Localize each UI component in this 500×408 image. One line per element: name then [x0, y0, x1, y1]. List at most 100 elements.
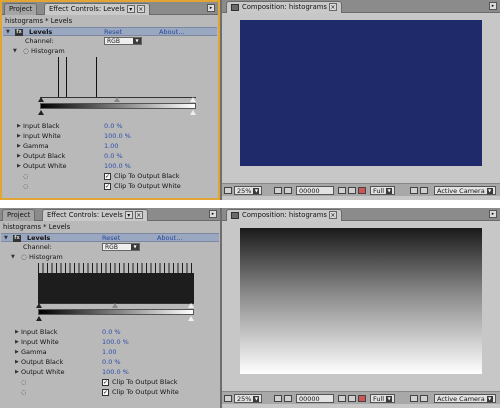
timecode-field[interactable]: 00000: [296, 394, 334, 403]
snapshot-icon[interactable]: [338, 187, 346, 194]
channel-select[interactable]: RGB ▼: [102, 243, 140, 251]
panel-menu-icon[interactable]: ▸: [489, 210, 497, 218]
safe-zones-icon[interactable]: [274, 187, 282, 194]
collapse-arrow-icon[interactable]: ▼: [4, 234, 8, 243]
panel-menu-icon[interactable]: ▸: [207, 4, 215, 12]
about-button[interactable]: About...: [157, 234, 182, 243]
composition-viewer[interactable]: [240, 228, 482, 374]
viewer-toolbar: 25% ▼ 00000 Full ▼ Active Camera ▼: [222, 183, 500, 196]
always-preview-icon[interactable]: [224, 187, 232, 194]
stopwatch-icon[interactable]: ◌: [21, 378, 26, 387]
input-black-handle[interactable]: [36, 303, 42, 308]
tab-project[interactable]: Project: [2, 209, 36, 221]
camera-select[interactable]: Active Camera ▼: [434, 186, 496, 195]
stopwatch-icon[interactable]: ◌: [21, 388, 26, 397]
resolution-select[interactable]: Full ▼: [370, 186, 396, 195]
property-row-output-white: ▶ Output White 100.0 %: [3, 162, 217, 171]
panel-menu-icon[interactable]: ▸: [209, 210, 217, 218]
tab-effect-controls[interactable]: Effect Controls: Levels ▾ ×: [44, 3, 150, 15]
reset-button[interactable]: Reset: [104, 28, 122, 37]
expand-arrow-icon[interactable]: ▶: [17, 122, 21, 131]
close-icon[interactable]: ×: [328, 3, 337, 11]
property-value[interactable]: 0.0 %: [104, 122, 123, 131]
show-snapshot-icon[interactable]: [348, 187, 356, 194]
effect-controls-panel: Project Effect Controls: Levels ▾ × ▸ hist…: [0, 208, 220, 408]
region-of-interest-icon[interactable]: [410, 395, 418, 402]
always-preview-icon[interactable]: [224, 395, 232, 402]
panel-menu-icon[interactable]: ▸: [489, 2, 497, 10]
mask-visibility-icon[interactable]: [284, 395, 292, 402]
property-value[interactable]: 100.0 %: [104, 162, 131, 171]
collapse-arrow-icon[interactable]: ▼: [13, 47, 17, 56]
clip-black-checkbox[interactable]: ✓: [104, 173, 111, 180]
transparency-grid-icon[interactable]: [420, 395, 428, 402]
zoom-select[interactable]: 25% ▼: [234, 394, 263, 403]
stopwatch-icon[interactable]: ◌: [23, 172, 28, 181]
input-white-handle[interactable]: [190, 97, 196, 102]
clip-black-checkbox[interactable]: ✓: [102, 379, 109, 386]
expand-arrow-icon[interactable]: ▶: [17, 132, 21, 141]
expand-arrow-icon[interactable]: ▶: [15, 368, 19, 377]
tab-composition[interactable]: Composition: histograms ×: [226, 1, 342, 13]
expand-arrow-icon[interactable]: ▶: [17, 162, 21, 171]
fx-icon[interactable]: fx: [15, 29, 23, 36]
tab-effect-controls[interactable]: Effect Controls: Levels ▾ ×: [42, 209, 148, 221]
about-button[interactable]: About...: [159, 28, 184, 37]
transparency-grid-icon[interactable]: [420, 187, 428, 194]
channel-icon[interactable]: [358, 395, 366, 402]
tab-composition[interactable]: Composition: histograms ×: [226, 209, 342, 221]
input-black-handle[interactable]: [38, 97, 44, 102]
safe-zones-icon[interactable]: [274, 395, 282, 402]
camera-select[interactable]: Active Camera ▼: [434, 394, 496, 403]
property-value[interactable]: 100.0 %: [102, 338, 129, 347]
expand-arrow-icon[interactable]: ▶: [15, 348, 19, 357]
stopwatch-icon[interactable]: ◌: [23, 182, 28, 191]
show-snapshot-icon[interactable]: [348, 395, 356, 402]
composition-viewer[interactable]: [240, 20, 482, 166]
close-icon[interactable]: ×: [328, 211, 337, 219]
chevron-down-icon: ▼: [133, 38, 141, 44]
property-value[interactable]: 1.00: [104, 142, 118, 151]
timecode-field[interactable]: 00000: [296, 186, 334, 195]
gamma-handle[interactable]: [112, 303, 118, 308]
expand-arrow-icon[interactable]: ▶: [17, 152, 21, 161]
resolution-select[interactable]: Full ▼: [370, 394, 396, 403]
reset-button[interactable]: Reset: [102, 234, 120, 243]
collapse-arrow-icon[interactable]: ▼: [11, 253, 15, 262]
gamma-handle[interactable]: [114, 97, 120, 102]
close-icon[interactable]: ×: [134, 211, 143, 219]
checkbox-label: Clip To Output White: [114, 182, 181, 190]
fx-icon[interactable]: fx: [13, 235, 21, 242]
snapshot-icon[interactable]: [338, 395, 346, 402]
output-black-handle[interactable]: [36, 316, 42, 321]
expand-arrow-icon[interactable]: ▶: [15, 358, 19, 367]
zoom-select[interactable]: 25% ▼: [234, 186, 263, 195]
output-black-handle[interactable]: [38, 110, 44, 115]
clip-white-checkbox[interactable]: ✓: [102, 389, 109, 396]
channel-icon[interactable]: [358, 187, 366, 194]
region-of-interest-icon[interactable]: [410, 187, 418, 194]
output-white-handle[interactable]: [188, 316, 194, 321]
effect-header[interactable]: ▼ fx Levels Reset About...: [3, 27, 217, 36]
tab-menu-icon[interactable]: ▾: [124, 211, 133, 219]
tab-menu-icon[interactable]: ▾: [126, 5, 135, 13]
property-value[interactable]: 1.00: [102, 348, 116, 357]
property-value[interactable]: 100.0 %: [102, 368, 129, 377]
output-white-handle[interactable]: [190, 110, 196, 115]
channel-select[interactable]: RGB ▼: [104, 37, 142, 45]
property-value[interactable]: 0.0 %: [104, 152, 123, 161]
expand-arrow-icon[interactable]: ▶: [15, 338, 19, 347]
property-value[interactable]: 0.0 %: [102, 358, 121, 367]
property-value[interactable]: 0.0 %: [102, 328, 121, 337]
tab-project[interactable]: Project: [4, 3, 38, 15]
expand-arrow-icon[interactable]: ▶: [15, 328, 19, 337]
clip-white-checkbox[interactable]: ✓: [104, 183, 111, 190]
mask-visibility-icon[interactable]: [284, 187, 292, 194]
effect-header[interactable]: ▼ fx Levels Reset About...: [1, 233, 219, 242]
expand-arrow-icon[interactable]: ▶: [17, 142, 21, 151]
property-value[interactable]: 100.0 %: [104, 132, 131, 141]
close-icon[interactable]: ×: [136, 5, 145, 13]
composition-panel: Composition: histograms × ▸ 25% ▼ 00000 Fu…: [222, 0, 500, 200]
input-white-handle[interactable]: [188, 303, 194, 308]
collapse-arrow-icon[interactable]: ▼: [6, 28, 10, 37]
